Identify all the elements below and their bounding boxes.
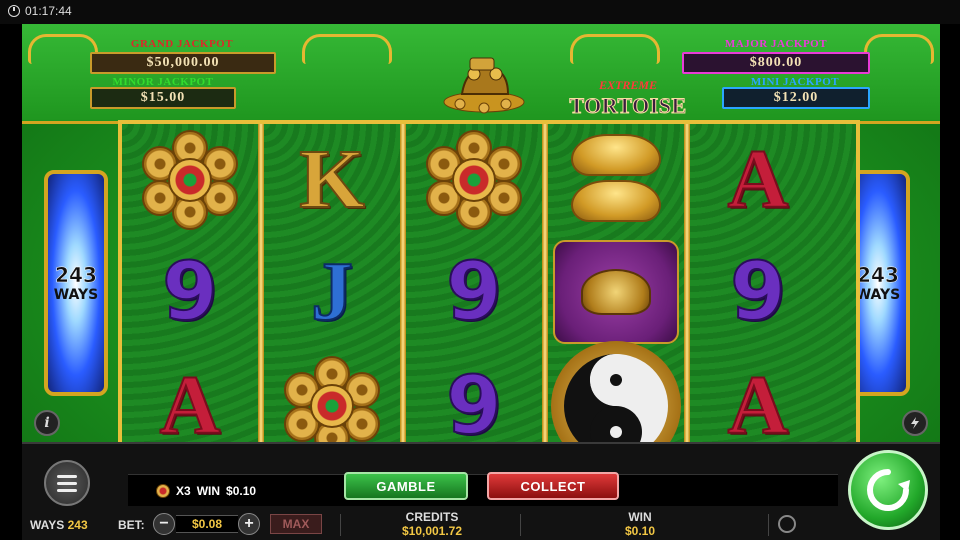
collect-button[interactable]: COLLECT bbox=[487, 472, 619, 500]
ace-symbol: A bbox=[690, 124, 826, 236]
major-jackpot-label: MAJOR JACKPOT bbox=[724, 38, 828, 50]
reel-1: 9 A bbox=[122, 124, 258, 470]
bet-label: BET: bbox=[118, 518, 145, 532]
symbol-glyph: A bbox=[727, 359, 790, 452]
credits-display: CREDITS $10,001.72 bbox=[352, 510, 512, 538]
win-amount: $0.10 bbox=[226, 484, 257, 498]
reel-2: K J bbox=[264, 124, 400, 470]
info-button[interactable]: i bbox=[34, 410, 60, 436]
scroll-ornament bbox=[28, 34, 98, 64]
ways-value: 243 bbox=[67, 518, 88, 532]
lightning-icon bbox=[911, 417, 919, 429]
nine-symbol: 9 bbox=[406, 236, 542, 348]
coin-flower-symbol bbox=[122, 124, 258, 236]
jack-symbol: J bbox=[264, 236, 400, 348]
ways-label: WAYS bbox=[30, 518, 65, 532]
win-label: WIN bbox=[628, 510, 652, 524]
bet-value: $0.08 bbox=[176, 515, 238, 533]
clock: 01:17:44 bbox=[8, 4, 72, 18]
bet-status-row: WAYS 243 BET: − $0.08 + MAX CREDITS $10,… bbox=[22, 510, 940, 540]
symbol-glyph: 9 bbox=[445, 245, 503, 338]
game-logo: EXTREME TORTOISE bbox=[565, 78, 691, 119]
grand-jackpot-label: GRAND JACKPOT bbox=[130, 38, 234, 50]
autoplay-icon[interactable] bbox=[778, 515, 796, 533]
gamble-button[interactable]: GAMBLE bbox=[344, 472, 468, 500]
scroll-ornament bbox=[864, 34, 934, 64]
ways-count: 243 bbox=[55, 263, 97, 288]
win-label: WIN bbox=[196, 484, 221, 498]
ways-label: WAYS bbox=[53, 287, 99, 303]
coin-flower-icon bbox=[140, 130, 240, 230]
win-display: WIN $0.10 bbox=[552, 510, 728, 538]
coin-flower-icon bbox=[424, 130, 524, 230]
tortoise-symbol bbox=[548, 236, 684, 348]
credits-label: CREDITS bbox=[405, 510, 459, 524]
refresh-icon bbox=[867, 469, 910, 511]
king-symbol: K bbox=[264, 124, 400, 236]
symbol-glyph: A bbox=[727, 133, 790, 226]
status-bar: 01:17:44 bbox=[0, 0, 960, 24]
scroll-ornament bbox=[302, 34, 392, 64]
minor-jackpot-value: $15.00 bbox=[90, 87, 236, 109]
divider bbox=[768, 514, 769, 536]
bet-increase-button[interactable]: + bbox=[238, 513, 260, 535]
clock-icon bbox=[8, 5, 20, 17]
symbol-glyph: 9 bbox=[161, 245, 219, 338]
coin-flower-icon bbox=[282, 356, 382, 456]
logo-title: TORTOISE bbox=[569, 93, 687, 119]
symbol-glyph: J bbox=[310, 245, 354, 338]
bet-decrease-button[interactable]: − bbox=[153, 513, 175, 535]
spin-button[interactable] bbox=[848, 450, 928, 530]
symbol-glyph: A bbox=[159, 359, 222, 452]
money-toad-icon bbox=[443, 57, 525, 114]
symbol-glyph: 9 bbox=[445, 359, 503, 452]
mini-jackpot-value: $12.00 bbox=[722, 87, 870, 109]
gold-ingot-icon bbox=[561, 130, 671, 230]
nine-symbol: 9 bbox=[122, 236, 258, 348]
symbol-glyph: K bbox=[298, 133, 365, 226]
reel-area: 9 A K J 9 9 A 9 A bbox=[118, 120, 860, 474]
reel-4 bbox=[548, 124, 684, 471]
reel-3: 9 9 bbox=[406, 124, 542, 470]
credits-value: $10,001.72 bbox=[401, 524, 463, 538]
win-value: $0.10 bbox=[624, 524, 656, 538]
grand-jackpot-value: $50,000.00 bbox=[90, 52, 276, 74]
left-letterbox bbox=[0, 24, 22, 540]
right-letterbox bbox=[940, 24, 960, 540]
divider bbox=[340, 514, 341, 536]
major-jackpot-value: $800.00 bbox=[682, 52, 870, 74]
logo-subtitle: EXTREME bbox=[598, 78, 658, 92]
win-multiplier: X3 bbox=[176, 484, 191, 498]
tortoise-icon bbox=[553, 240, 679, 344]
clock-time: 01:17:44 bbox=[25, 4, 72, 18]
nine-symbol: 9 bbox=[690, 236, 826, 348]
ways-indicator: WAYS 243 bbox=[30, 518, 88, 532]
symbol-glyph: 9 bbox=[729, 245, 787, 338]
win-result: X3 WIN $0.10 bbox=[156, 484, 256, 498]
menu-button[interactable] bbox=[44, 460, 90, 506]
gold-ingots-symbol bbox=[548, 124, 684, 236]
max-bet-button[interactable]: MAX bbox=[270, 514, 322, 534]
coin-icon bbox=[156, 484, 170, 498]
turbo-button[interactable] bbox=[902, 410, 928, 436]
scroll-ornament bbox=[570, 34, 660, 64]
ways-label: WAYS bbox=[855, 287, 901, 303]
coin-flower-symbol bbox=[406, 124, 542, 236]
reel-5: A 9 A bbox=[690, 124, 856, 470]
ways-pillar-left: 243 WAYS bbox=[44, 170, 108, 396]
control-panel: X3 WIN $0.10 GAMBLE COLLECT WAYS 243 BET… bbox=[22, 442, 940, 540]
ways-count: 243 bbox=[857, 263, 899, 288]
hamburger-icon bbox=[57, 474, 77, 478]
divider bbox=[520, 514, 521, 536]
win-result-bar: X3 WIN $0.10 bbox=[128, 474, 838, 506]
